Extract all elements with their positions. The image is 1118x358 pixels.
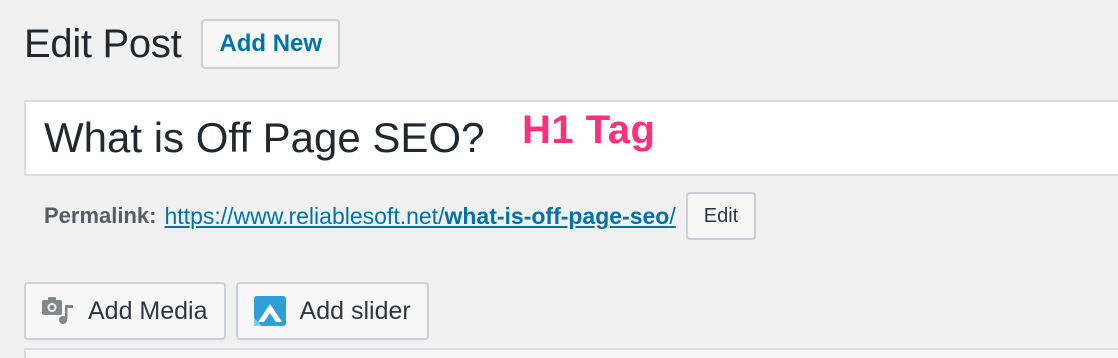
permalink-label: Permalink: — [44, 203, 157, 228]
add-slider-label: Add slider — [299, 296, 411, 325]
permalink-link[interactable]: https://www.reliablesoft.net/what-is-off… — [165, 203, 676, 230]
permalink-slug: what-is-off-page-seo — [444, 202, 670, 229]
add-media-icon — [40, 295, 76, 327]
h1-tag-annotation: H1 Tag — [522, 108, 656, 152]
permalink-row: Permalink: https://www.reliablesoft.net/… — [44, 192, 757, 240]
permalink-base-url: https://www.reliablesoft.net/ — [164, 202, 445, 229]
add-media-button[interactable]: Add Media — [24, 282, 226, 340]
permalink-trailing-slash: / — [669, 202, 676, 229]
add-new-button[interactable]: Add New — [201, 19, 341, 69]
edit-permalink-button[interactable]: Edit — [685, 192, 757, 240]
page-title: Edit Post — [24, 22, 182, 66]
add-slider-button[interactable]: Add slider — [235, 282, 429, 340]
page-header: Edit Post Add New — [24, 18, 341, 70]
editor-area-edge — [24, 348, 1118, 358]
slider-icon — [252, 295, 288, 327]
add-media-label: Add Media — [88, 296, 208, 325]
media-buttons: Add Media Add slider — [24, 282, 439, 340]
post-title-input[interactable] — [26, 103, 504, 173]
